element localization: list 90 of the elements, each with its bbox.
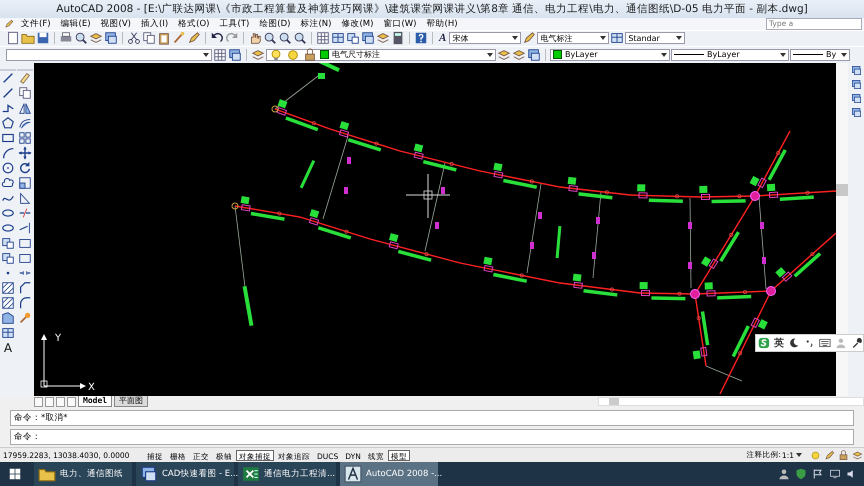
- extend-icon[interactable]: [18, 221, 32, 236]
- ucs-axes-icon: [40, 334, 86, 389]
- tray-person-icon[interactable]: [778, 468, 790, 480]
- chamfer-icon[interactable]: [18, 281, 32, 296]
- linetype-dropdown[interactable]: ByLayer: [671, 48, 789, 61]
- scroll-thumb[interactable]: [609, 398, 619, 406]
- menu-item[interactable]: 绘图(D): [254, 18, 296, 30]
- flag-icon[interactable]: [812, 468, 824, 480]
- calculator-icon[interactable]: [391, 31, 405, 46]
- window-title: AutoCAD 2008 - [E:\广联达网课\《市政工程算量及神算技巧网课》\建筑课堂网课讲义\第8章 通信、电力工程\电力、通信图纸\D-05 电力平面 - 副本.dwg]: [56, 2, 808, 16]
- table-icon[interactable]: [1, 326, 15, 340]
- bulb-icon: [269, 48, 283, 62]
- offset-icon[interactable]: [18, 116, 32, 130]
- security-icon[interactable]: [795, 468, 807, 480]
- moon-icon[interactable]: [788, 337, 800, 349]
- copy-object-icon[interactable]: [18, 86, 32, 100]
- zoom-window-icon[interactable]: [278, 31, 292, 46]
- taskbar-button[interactable]: 电力、通信图纸: [34, 462, 132, 486]
- lock-icon[interactable]: [838, 450, 849, 461]
- array-icon[interactable]: [18, 131, 32, 146]
- tab-nav-button[interactable]: [34, 396, 43, 407]
- wrench-icon[interactable]: [851, 337, 863, 349]
- layout-tab[interactable]: Model: [78, 396, 112, 408]
- hatch-icon[interactable]: [1, 281, 15, 296]
- menu-item[interactable]: 文件(F): [16, 18, 56, 30]
- arc-icon[interactable]: [1, 146, 15, 160]
- linetype-sample: [674, 54, 704, 56]
- menu-item[interactable]: 修改(M): [336, 18, 378, 30]
- rotate-icon[interactable]: [18, 161, 32, 176]
- lock-icon: [303, 48, 317, 62]
- zoom-previous-icon[interactable]: [293, 31, 307, 46]
- menu-item[interactable]: 标注(N): [295, 18, 336, 30]
- copy-icon[interactable]: [142, 31, 156, 46]
- color-dropdown[interactable]: ByLayer: [550, 48, 670, 61]
- tab-nav-button[interactable]: [67, 396, 76, 407]
- multiline-text-tool[interactable]: A: [1, 340, 15, 355]
- circle-icon[interactable]: [1, 161, 15, 176]
- tab-nav-button[interactable]: [56, 396, 65, 407]
- zoom-icon[interactable]: [263, 31, 277, 46]
- menu-item[interactable]: 帮助(H): [422, 18, 463, 30]
- language-toggle[interactable]: 英: [774, 336, 784, 350]
- taskbar-button[interactable]: 通信电力工程清...: [238, 462, 336, 486]
- horizontal-scrollbar[interactable]: [598, 397, 864, 406]
- cad-app-icon: [344, 465, 362, 483]
- line-icon[interactable]: [1, 71, 15, 86]
- text-style-dropdown[interactable]: 宋体: [449, 32, 522, 44]
- open-folder-icon[interactable]: [21, 31, 35, 46]
- menu-item[interactable]: 工具(T): [214, 18, 254, 30]
- erase-icon[interactable]: [18, 71, 32, 86]
- layer-manager-icon[interactable]: [251, 48, 265, 62]
- fillet-icon[interactable]: [18, 296, 32, 310]
- table-style-dropdown[interactable]: Standar: [625, 32, 686, 44]
- lineweight-sample: [793, 54, 823, 56]
- input-method-logo-icon[interactable]: [758, 337, 770, 349]
- axis-label: Y: [55, 332, 62, 344]
- save-icon[interactable]: [36, 31, 50, 46]
- lineweight-dropdown[interactable]: By: [790, 48, 850, 61]
- layer-dropdown[interactable]: 电气尺寸标注: [266, 48, 496, 61]
- scroll-thumb[interactable]: [836, 184, 848, 196]
- paste-icon[interactable]: [157, 31, 171, 46]
- layer-color-swatch: [320, 50, 329, 60]
- color-swatch: [553, 50, 562, 60]
- pan-icon[interactable]: [248, 31, 262, 46]
- polygon-icon[interactable]: [1, 116, 15, 130]
- menu-item[interactable]: 格式(O): [173, 18, 214, 30]
- mirror-icon[interactable]: [18, 101, 32, 116]
- layout-tab[interactable]: 平面图: [114, 396, 148, 408]
- axis-label: X: [88, 382, 95, 393]
- menu-item[interactable]: 视图(V): [96, 18, 136, 30]
- move-icon[interactable]: [18, 146, 32, 160]
- match-properties-icon[interactable]: [172, 31, 186, 46]
- trim-icon[interactable]: [18, 206, 32, 220]
- dimension-style-dropdown[interactable]: 电气标注: [537, 32, 610, 44]
- print-preview-icon[interactable]: [74, 31, 88, 46]
- vertical-scrollbar[interactable]: [836, 62, 848, 396]
- cut-icon[interactable]: [127, 31, 141, 46]
- text-style-button[interactable]: A: [437, 32, 448, 44]
- spreadsheet-icon: [242, 465, 260, 483]
- app-icon[interactable]: [4, 18, 14, 29]
- new-file-icon[interactable]: [6, 31, 20, 46]
- menu-item[interactable]: 插入(I): [136, 18, 174, 30]
- command-input[interactable]: 命令：: [10, 428, 854, 445]
- help-icon[interactable]: [414, 31, 428, 46]
- menu-item[interactable]: 窗口(W): [378, 18, 422, 30]
- crosshair-cursor: [406, 173, 450, 218]
- keyboard-icon[interactable]: [819, 337, 832, 349]
- windows-logo-icon: [9, 468, 21, 480]
- tab-nav-button[interactable]: [45, 396, 54, 407]
- sun-icon: [286, 48, 300, 62]
- menu-item[interactable]: 编辑(E): [56, 18, 96, 30]
